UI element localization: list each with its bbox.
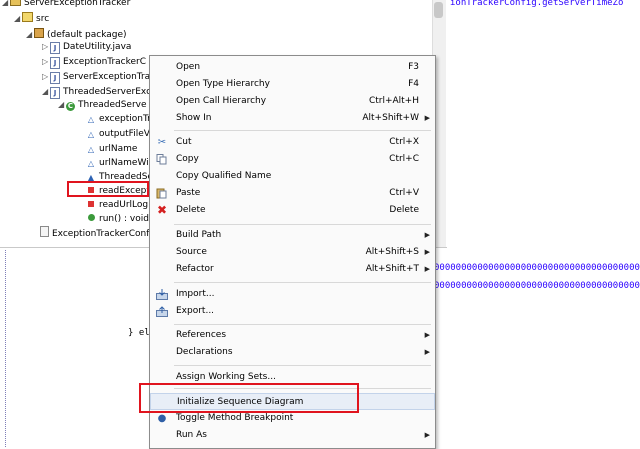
collapse-arrow-icon[interactable]: ◢ <box>14 12 22 26</box>
tree-item-run-method[interactable]: run() : void <box>86 212 149 226</box>
tree-item-exceptiontrackerconf[interactable]: ExceptionTrackerConf <box>40 226 149 240</box>
tree-item-project[interactable]: ◢ ServerExceptionTracker <box>2 0 130 10</box>
tree-item-readurllog-method[interactable]: readUrlLog <box>86 198 148 212</box>
expand-arrow-icon[interactable]: ▷ <box>42 40 50 54</box>
copy-icon <box>156 154 168 165</box>
menu-item-run-as[interactable]: Run As ▶ <box>150 427 435 444</box>
submenu-arrow-icon: ▶ <box>424 431 430 439</box>
expand-arrow-icon[interactable]: ▷ <box>42 55 50 69</box>
menu-separator <box>174 282 431 283</box>
public-method-icon <box>88 214 95 221</box>
menu-separator <box>174 365 431 366</box>
submenu-arrow-icon: ▶ <box>424 331 430 339</box>
annotation-highlight-initialize-sequence-diagram <box>139 383 359 413</box>
menu-item-show-in[interactable]: Show In Alt+Shift+W ▶ <box>150 110 435 127</box>
editor-code-brace: } el <box>128 328 150 338</box>
collapse-arrow-icon[interactable]: ◢ <box>26 28 34 42</box>
field-icon: △ <box>87 115 95 124</box>
annotation-highlight-readexcept <box>67 181 149 197</box>
editor-code-line: 0000000000000000000000000000000000000000 <box>434 281 640 291</box>
class-icon: C <box>66 102 75 111</box>
menu-item-refactor[interactable]: Refactor Alt+Shift+T ▶ <box>150 261 435 278</box>
menu-item-declarations[interactable]: Declarations ▶ <box>150 344 435 361</box>
menu-item-copy-qualified-name[interactable]: Copy Qualified Name <box>150 168 435 185</box>
tree-item-field[interactable]: △ urlName <box>86 142 138 156</box>
tree-item-dateutility[interactable]: ▷ J DateUtility.java <box>42 40 131 54</box>
tree-item-threadedserverexc[interactable]: ◢ J ThreadedServerExc <box>42 85 151 99</box>
editor-code-line: 0000000000000000000000000000000000000000 <box>434 263 640 273</box>
delete-x-icon: ✖ <box>156 203 168 217</box>
java-file-icon: J <box>50 42 60 54</box>
collapse-arrow-icon[interactable]: ◢ <box>58 98 66 112</box>
source-folder-icon <box>22 12 33 22</box>
tree-item-exceptiontrackerc[interactable]: ▷ J ExceptionTrackerC <box>42 55 146 69</box>
menu-item-export[interactable]: Export... <box>150 303 435 320</box>
breakpoint-icon: ● <box>157 413 167 424</box>
menu-item-paste[interactable]: Paste Ctrl+V <box>150 185 435 202</box>
tree-item-src[interactable]: ◢ src <box>14 12 49 26</box>
menu-item-references[interactable]: References ▶ <box>150 327 435 344</box>
menu-item-open-call-hierarchy[interactable]: Open Call Hierarchy Ctrl+Alt+H <box>150 93 435 110</box>
menu-item-open-type-hierarchy[interactable]: Open Type Hierarchy F4 <box>150 76 435 93</box>
tree-item-serverexceptiontra[interactable]: ▷ J ServerExceptionTra <box>42 70 150 84</box>
menu-separator <box>174 130 431 131</box>
file-icon <box>40 226 49 237</box>
scrollbar-thumb[interactable] <box>434 2 443 18</box>
package-icon <box>34 28 44 38</box>
menu-separator <box>174 224 431 225</box>
menu-item-copy[interactable]: Copy Ctrl+C <box>150 151 435 168</box>
menu-item-import[interactable]: Import... <box>150 286 435 303</box>
submenu-arrow-icon: ▶ <box>424 265 430 273</box>
menu-item-delete[interactable]: ✖ Delete Delete <box>150 202 435 219</box>
field-icon: △ <box>87 130 95 139</box>
collapse-arrow-icon[interactable]: ◢ <box>2 0 10 10</box>
java-file-icon: J <box>50 72 60 84</box>
tree-item-field[interactable]: △ exceptionTr <box>86 112 151 126</box>
menu-separator <box>174 324 431 325</box>
project-icon <box>10 0 21 6</box>
submenu-arrow-icon: ▶ <box>424 248 430 256</box>
menu-item-build-path[interactable]: Build Path ▶ <box>150 227 435 244</box>
field-icon: △ <box>87 159 95 168</box>
submenu-arrow-icon: ▶ <box>424 114 430 122</box>
menu-item-open[interactable]: Open F3 <box>150 59 435 76</box>
import-icon <box>156 289 168 300</box>
menu-item-source[interactable]: Source Alt+Shift+S ▶ <box>150 244 435 261</box>
tree-item-threadedserve-class[interactable]: ◢ C ThreadedServe <box>58 98 147 112</box>
collapse-arrow-icon[interactable]: ◢ <box>42 85 50 99</box>
submenu-arrow-icon: ▶ <box>424 348 430 356</box>
editor-code-top: ionTrackerConfig.getServerTimeZo <box>450 0 624 8</box>
submenu-arrow-icon: ▶ <box>424 231 430 239</box>
export-icon <box>156 306 168 317</box>
expand-arrow-icon[interactable]: ▷ <box>42 70 50 84</box>
field-icon: △ <box>87 145 95 154</box>
paste-icon <box>156 188 168 199</box>
tree-item-field[interactable]: △ outputFileV <box>86 127 150 141</box>
private-method-icon <box>88 201 94 207</box>
scissors-icon: ✂ <box>157 137 167 148</box>
java-file-icon: J <box>50 57 60 69</box>
menu-item-cut[interactable]: ✂ Cut Ctrl+X <box>150 134 435 151</box>
editor-indent-guide <box>5 250 8 447</box>
tree-item-field[interactable]: △ urlNameWi <box>86 156 149 170</box>
